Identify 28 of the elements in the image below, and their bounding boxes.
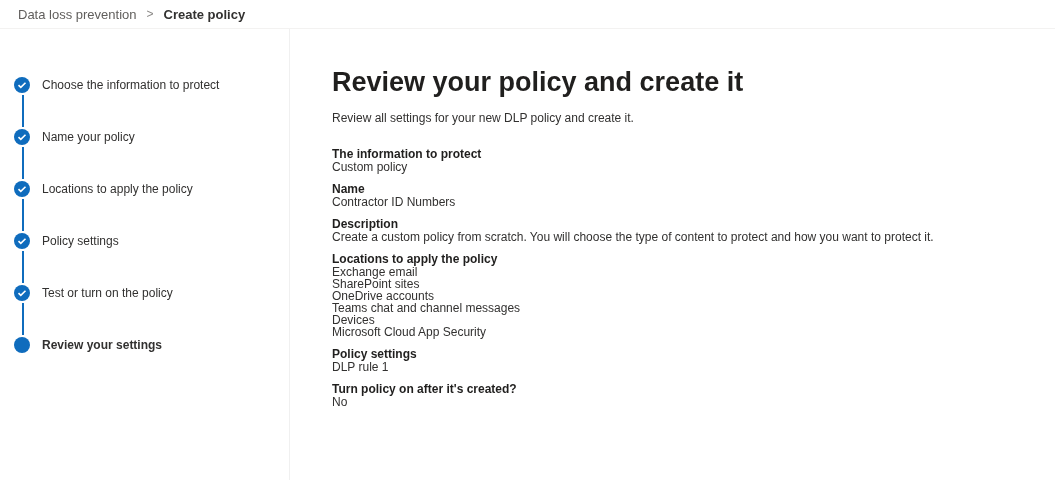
section-value: DLP rule 1 [332,361,389,373]
wizard-step[interactable]: Test or turn on the policy [42,286,173,300]
section-value: OneDrive accounts [332,290,436,302]
section-value: Exchange email [332,266,418,278]
wizard-step[interactable]: Name your policy [42,130,135,144]
section-heading: Policy settings [332,347,418,361]
breadcrumb-item[interactable]: Data loss prevention [18,6,137,22]
section-value: Microsoft Cloud App Security [332,326,488,338]
section-value: SharePoint sites [332,278,421,290]
section-value: Custom policy [332,161,409,173]
section-value: Contractor ID Numbers [332,196,457,208]
intro-text: Review all settings for your new DLP policy and create it. [332,111,635,125]
page-title: Review your policy and create it [332,66,745,99]
section-value: Create a custom policy from scratch. You will choose the type of content to protect and how you want to protect it. [332,231,934,243]
wizard-step[interactable]: Policy settings [42,234,119,248]
section-value: No [332,396,349,408]
section-heading: The information to protect [332,147,483,161]
breadcrumb-separator: > [146,7,154,21]
section-heading: Description [332,217,399,231]
wizard-step[interactable]: Review your settings [42,338,163,352]
section-value: Devices [332,314,376,326]
section-heading: Name [332,182,366,196]
section-heading: Turn policy on after it's created? [332,382,518,396]
wizard-step[interactable]: Locations to apply the policy [42,182,193,196]
breadcrumb-item: Create policy [163,6,246,22]
wizard-step[interactable]: Choose the information to protect [42,78,220,92]
section-value: Teams chat and channel messages [332,302,522,314]
section-heading: Locations to apply the policy [332,252,499,266]
